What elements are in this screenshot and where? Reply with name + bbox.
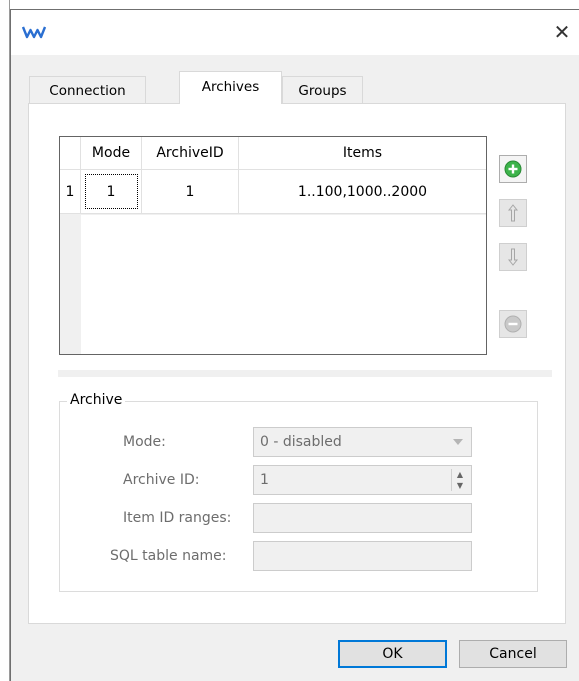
arrow-up-icon	[507, 204, 519, 222]
sql-table-field[interactable]	[253, 541, 472, 571]
grid-corner-cell	[60, 137, 81, 169]
stepper-arrows[interactable]: ▲ ▼	[451, 469, 468, 491]
arrow-down-icon	[507, 248, 519, 266]
row-header-index[interactable]: 1	[60, 170, 81, 213]
archive-id-label: Archive ID:	[123, 472, 200, 488]
move-up-button[interactable]	[499, 199, 527, 227]
column-header-mode[interactable]: Mode	[81, 137, 142, 169]
cell-archiveid[interactable]: 1	[142, 170, 239, 213]
stepper-down-icon[interactable]: ▼	[452, 480, 468, 491]
column-header-archiveid[interactable]: ArchiveID	[142, 137, 239, 169]
sql-table-label: SQL table name:	[110, 548, 227, 564]
archive-group-title: Archive	[67, 392, 126, 408]
item-ranges-label: Item ID ranges:	[123, 510, 232, 526]
remove-button[interactable]	[499, 310, 527, 338]
column-header-items[interactable]: Items	[239, 137, 486, 169]
tab-connection[interactable]: Connection	[29, 76, 146, 104]
table-row[interactable]: 1 1 1 1..100,1000..2000	[60, 170, 486, 214]
mode-select[interactable]: 0 - disabled	[253, 427, 472, 457]
plus-circle-icon	[504, 160, 522, 178]
archive-id-value: 1	[260, 472, 269, 488]
grid-empty-area	[81, 215, 486, 354]
separator	[58, 370, 552, 377]
archive-id-stepper[interactable]: 1 ▲ ▼	[253, 465, 472, 495]
tab-groups[interactable]: Groups	[282, 76, 363, 104]
mode-label: Mode:	[123, 434, 166, 450]
background-window-title-fragment	[70, 0, 190, 4]
item-ranges-field[interactable]	[253, 503, 472, 533]
minus-circle-icon	[504, 315, 522, 333]
app-logo-icon	[22, 26, 46, 39]
background-window-edge	[0, 0, 10, 681]
cell-mode[interactable]: 1	[81, 170, 142, 213]
cell-items[interactable]: 1..100,1000..2000	[239, 170, 486, 213]
stepper-up-icon[interactable]: ▲	[452, 469, 468, 480]
archives-grid[interactable]: Mode ArchiveID Items 1 1 1 1..100,1000..…	[59, 136, 487, 355]
title-bar	[11, 10, 579, 55]
move-down-button[interactable]	[499, 243, 527, 271]
chevron-down-icon	[453, 439, 463, 445]
archives-tab-panel: Mode ArchiveID Items 1 1 1 1..100,1000..…	[28, 103, 566, 624]
cancel-button[interactable]: Cancel	[459, 640, 567, 668]
ok-button[interactable]: OK	[338, 640, 447, 668]
close-icon[interactable]: ✕	[550, 20, 574, 44]
grid-header-row: Mode ArchiveID Items	[60, 137, 486, 170]
tab-archives[interactable]: Archives	[179, 71, 282, 104]
mode-select-value: 0 - disabled	[260, 434, 342, 450]
add-button[interactable]	[499, 155, 527, 183]
